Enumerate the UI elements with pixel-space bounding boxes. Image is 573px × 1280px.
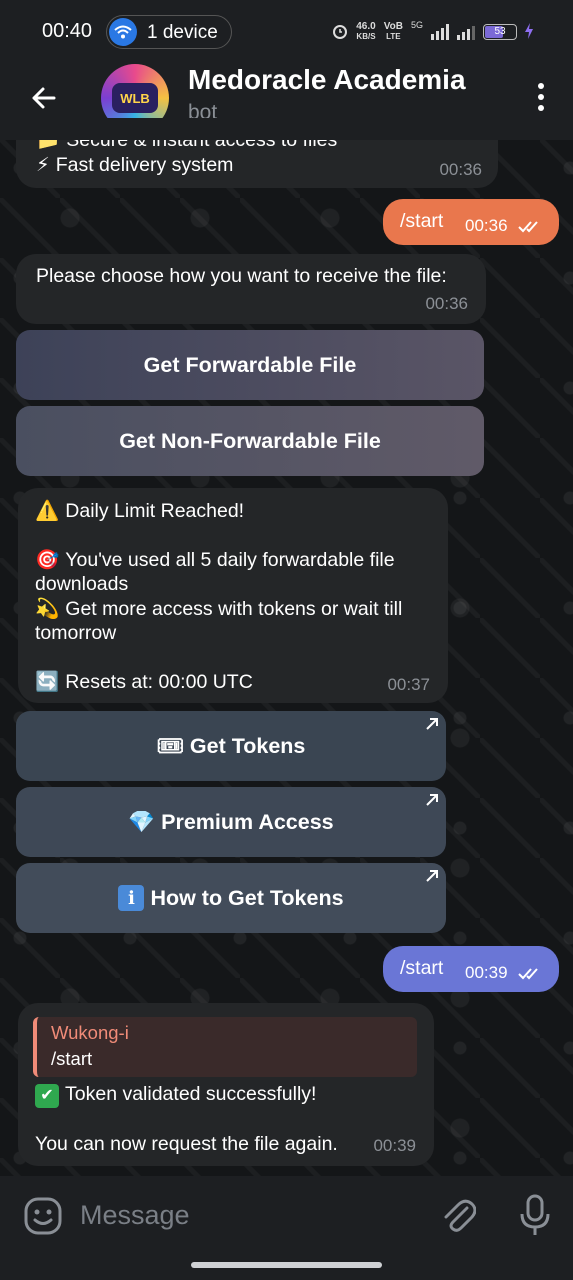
how-to-get-tokens-button[interactable]: ℹ How to Get Tokens xyxy=(16,863,446,933)
external-link-icon xyxy=(426,870,438,882)
signal-icon xyxy=(431,24,449,40)
dizzy-emoji-icon: 💫 xyxy=(35,597,60,620)
emoji-icon[interactable] xyxy=(24,1197,62,1240)
alarm-icon xyxy=(332,23,348,42)
info-emoji-icon: ℹ xyxy=(118,885,145,911)
battery-icon: 53 xyxy=(483,24,517,40)
chat-title[interactable]: Medoracle Academia xyxy=(188,64,466,96)
reply-quote[interactable]: Wukong-i /start xyxy=(33,1017,417,1077)
get-tokens-button[interactable]: 🎟 Get Tokens xyxy=(16,711,446,781)
connected-devices-pill[interactable]: 1 device xyxy=(106,15,232,49)
volte-indicator: VoB LTE xyxy=(383,21,403,42)
outgoing-message[interactable]: /start 00:39 xyxy=(383,946,559,992)
signal-icon-2 xyxy=(457,24,475,40)
network-type: 5G xyxy=(410,20,423,30)
system-nav-area xyxy=(0,1256,573,1280)
gem-emoji-icon: 💎 xyxy=(128,809,156,834)
message-bubble[interactable]: Wukong-i /start ✔ Token validated success… xyxy=(18,1003,434,1166)
microphone-icon[interactable] xyxy=(518,1194,552,1243)
status-icons: 46.0 KB/S VoB LTE 5G 53 xyxy=(332,20,533,42)
charging-icon xyxy=(525,22,533,42)
hotspot-icon xyxy=(109,18,137,46)
message-time: 00:36 xyxy=(465,216,508,235)
home-gesture-bar[interactable] xyxy=(191,1262,382,1268)
message-time: 00:36 xyxy=(425,293,468,313)
read-ticks-icon xyxy=(518,967,539,979)
back-arrow-icon[interactable] xyxy=(28,82,60,114)
outgoing-message[interactable]: /start 00:36 xyxy=(383,199,559,245)
get-forwardable-file-button[interactable]: Get Forwardable File xyxy=(16,330,484,400)
message-time: 00:39 xyxy=(465,963,508,982)
status-bar: 00:40 1 device 46.0 KB/S VoB LTE 5G 53 xyxy=(0,0,573,64)
external-link-icon xyxy=(426,718,438,730)
message-bubble[interactable]: Please choose how you want to receive th… xyxy=(16,254,486,324)
external-link-icon xyxy=(426,794,438,806)
message-time: 00:37 xyxy=(387,674,430,694)
target-emoji-icon: 🎯 xyxy=(35,548,60,571)
message-input-bar: Message xyxy=(0,1176,573,1256)
message-input[interactable]: Message xyxy=(80,1200,190,1231)
ticket-emoji-icon: 🎟 xyxy=(156,733,184,758)
warning-emoji-icon: ⚠️ xyxy=(35,500,60,522)
lightning-emoji-icon: ⚡ xyxy=(36,153,50,176)
message-time: 00:36 xyxy=(439,159,482,179)
device-count: 1 device xyxy=(147,22,218,43)
attach-icon[interactable] xyxy=(440,1196,477,1241)
more-options-icon[interactable] xyxy=(537,82,545,112)
reply-text: /start xyxy=(51,1048,93,1069)
message-time: 00:39 xyxy=(373,1135,416,1155)
refresh-emoji-icon: 🔄 xyxy=(35,670,60,693)
premium-access-button[interactable]: 💎 Premium Access xyxy=(16,787,446,857)
message-bubble[interactable]: ⚠️ Daily Limit Reached! 🎯 You've used all … xyxy=(18,488,448,703)
get-non-forwardable-file-button[interactable]: Get Non-Forwardable File xyxy=(16,406,484,476)
status-time: 00:40 xyxy=(42,20,93,42)
net-speed: 46.0 KB/S xyxy=(356,21,376,42)
reply-author: Wukong-i xyxy=(51,1022,129,1043)
check-emoji-icon: ✔ xyxy=(35,1084,59,1109)
read-ticks-icon xyxy=(518,220,539,232)
header-bottom xyxy=(0,118,573,140)
